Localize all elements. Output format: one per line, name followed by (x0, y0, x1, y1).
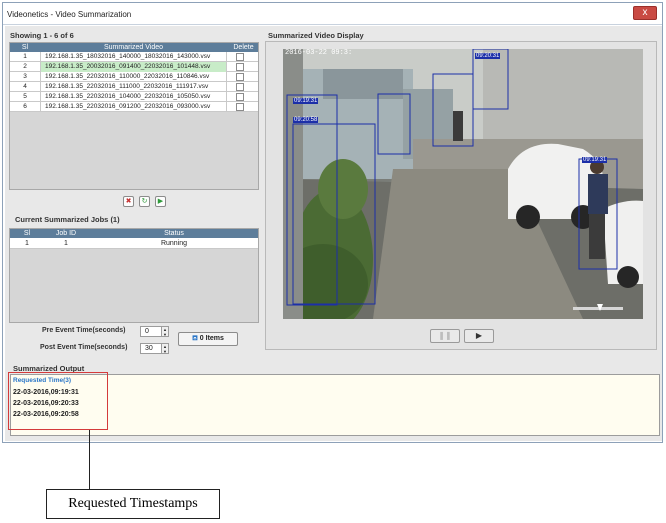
row-sl: 3 (23, 73, 27, 80)
column-header-sl: Sl (23, 230, 31, 237)
summarized-videos-table: Sl Summarized Video Delete 1 192.168.1.3… (9, 42, 259, 190)
row-video-name: 192.168.1.35_20032016_091400_22032016_10… (40, 62, 227, 72)
title-bar: Videonetics - Video Summarization x (3, 3, 662, 25)
column-header-job-id: Job ID (55, 230, 77, 237)
column-header-delete: Delete (233, 44, 254, 51)
detection-tag: 09:19:31 (293, 98, 319, 104)
display-section-title: Summarized Video Display (268, 31, 364, 40)
basket-icon: ⛾ (192, 335, 198, 342)
post-event-stepper[interactable]: 30 ▲ ▼ (140, 343, 169, 354)
video-timestamp-overlay: 2016-03-22 09:3: (285, 49, 353, 57)
delete-icon[interactable]: ✖ (123, 196, 134, 207)
play-button[interactable]: ▶ (464, 329, 494, 343)
table-header: Sl Summarized Video Delete (10, 43, 258, 52)
delete-checkbox[interactable] (236, 93, 244, 101)
column-header-video: Summarized Video (103, 44, 163, 51)
row-video-name: 192.168.1.35_22032016_104000_22032016_10… (40, 92, 227, 102)
jobs-table: Sl Job ID Status 1 1 Running (9, 228, 259, 323)
highlight-box (8, 372, 108, 430)
row-sl: 1 (23, 53, 27, 60)
delete-checkbox[interactable] (236, 53, 244, 61)
window-title: Videonetics - Video Summarization (7, 10, 132, 19)
pause-button[interactable]: ❚❚ (430, 329, 460, 343)
delete-checkbox[interactable] (236, 103, 244, 111)
close-button[interactable]: x (633, 6, 657, 20)
refresh-icon[interactable]: ↻ (139, 196, 150, 207)
table-row[interactable]: 2 192.168.1.35_20032016_091400_22032016_… (10, 62, 258, 72)
table-row[interactable]: 1 192.168.1.35_18032016_140000_18032016_… (10, 52, 258, 62)
detection-tag: 09:20:31 (475, 53, 501, 59)
callout-label: Requested Timestamps (46, 489, 220, 519)
row-sl: 2 (23, 63, 27, 70)
detection-tag: 09:19:31 (582, 157, 608, 163)
video-frame[interactable]: 2016-03-22 09:3: 09:20:31 09:19:31 09:20… (283, 49, 643, 319)
items-label: 0 Items (199, 335, 224, 342)
job-sl: 1 (25, 240, 29, 247)
stepper-arrows-icon[interactable]: ▲ ▼ (161, 326, 169, 337)
table-header: Sl Job ID Status (10, 229, 258, 238)
post-event-value: 30 (145, 345, 153, 352)
column-header-status: Status (164, 230, 184, 237)
close-icon: x (642, 7, 648, 18)
delete-checkbox[interactable] (236, 63, 244, 71)
table-row[interactable]: 6 192.168.1.35_22032016_091200_22032016_… (10, 102, 258, 112)
table-row[interactable]: 1 1 Running (10, 238, 258, 249)
column-header-sl: Sl (21, 44, 29, 51)
detection-tag: 09:20:58 (293, 117, 319, 123)
row-video-name: 192.168.1.35_22032016_110000_22032016_11… (40, 72, 227, 82)
row-sl: 5 (23, 93, 27, 100)
video-display-panel: 2016-03-22 09:3: 09:20:31 09:19:31 09:20… (265, 41, 657, 350)
table-row[interactable]: 5 192.168.1.35_22032016_104000_22032016_… (10, 92, 258, 102)
job-id: 1 (64, 240, 68, 247)
row-sl: 4 (23, 83, 27, 90)
items-button[interactable]: ⛾ 0 Items (178, 332, 238, 346)
job-status: Running (160, 240, 188, 247)
videos-section-title: Showing 1 - 6 of 6 (10, 31, 74, 40)
pre-event-label: Pre Event Time(seconds) (42, 327, 126, 334)
table-row[interactable]: 4 192.168.1.35_22032016_111000_22032016_… (10, 82, 258, 92)
row-video-name: 192.168.1.35_22032016_091200_22032016_09… (40, 102, 227, 112)
post-event-label: Post Event Time(seconds) (40, 344, 128, 351)
delete-checkbox[interactable] (236, 73, 244, 81)
pre-event-value: 0 (145, 328, 149, 335)
jobs-section-title: Current Summarized Jobs (1) (15, 215, 120, 224)
callout-connector (89, 430, 90, 489)
delete-checkbox[interactable] (236, 83, 244, 91)
video-scene (283, 49, 643, 319)
play-icon: ▶ (475, 331, 483, 340)
row-video-name: 192.168.1.35_18032016_140000_18032016_14… (40, 52, 227, 62)
pre-event-stepper[interactable]: 0 ▲ ▼ (140, 326, 169, 337)
row-video-name: 192.168.1.35_22032016_111000_22032016_11… (40, 82, 227, 92)
stepper-arrows-icon[interactable]: ▲ ▼ (161, 343, 169, 354)
play-icon[interactable]: ▶ (155, 196, 166, 207)
table-row[interactable]: 3 192.168.1.35_22032016_110000_22032016_… (10, 72, 258, 82)
pause-icon: ❚❚ (438, 331, 452, 340)
row-sl: 6 (23, 103, 27, 110)
